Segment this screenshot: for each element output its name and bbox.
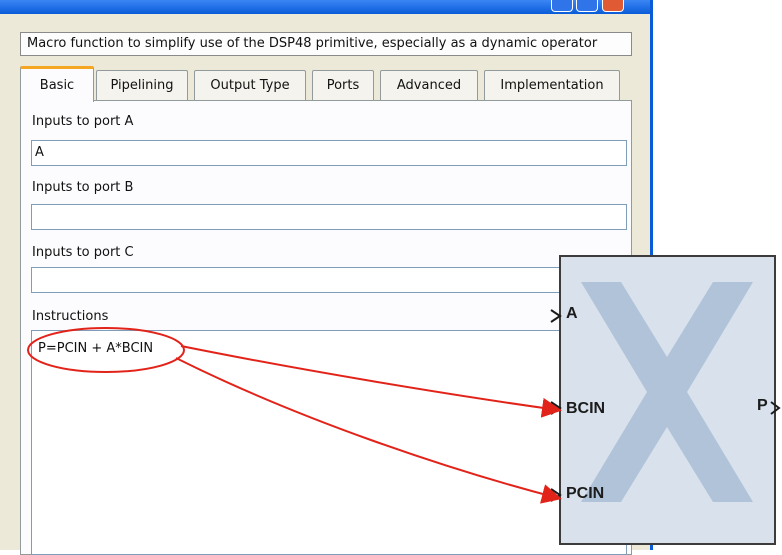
window-titlebar xyxy=(0,0,650,14)
maximize-button[interactable] xyxy=(576,0,598,12)
port-b-input[interactable] xyxy=(31,204,627,230)
port-a-pin: A xyxy=(566,305,578,322)
port-c-label: Inputs to port C xyxy=(32,245,134,260)
tab-output-type[interactable]: Output Type xyxy=(194,70,306,100)
port-p-pin: P xyxy=(757,397,768,414)
tab-implementation[interactable]: Implementation xyxy=(484,70,620,100)
port-pcin-pin: PCIN xyxy=(566,485,605,502)
close-button[interactable] xyxy=(602,0,624,12)
port-c-input[interactable] xyxy=(31,267,627,293)
instructions-label: Instructions xyxy=(32,309,109,324)
tab-pipelining[interactable]: Pipelining xyxy=(96,70,188,100)
tab-advanced[interactable]: Advanced xyxy=(380,70,478,100)
port-b-label: Inputs to port B xyxy=(32,180,134,195)
tab-basic[interactable]: Basic xyxy=(20,66,94,102)
instructions-text: P=PCIN + A*BCIN xyxy=(38,341,154,356)
tab-ports[interactable]: Ports xyxy=(312,70,374,100)
port-a-input[interactable]: A xyxy=(31,140,627,166)
block-description: Macro function to simplify use of the DS… xyxy=(20,32,632,56)
dsp48-macro-dialog: Macro function to simplify use of the DS… xyxy=(0,0,653,555)
instructions-textarea[interactable] xyxy=(31,330,627,555)
minimize-button[interactable] xyxy=(551,0,573,12)
port-a-label: Inputs to port A xyxy=(32,114,134,129)
port-bcin-pin: BCIN xyxy=(566,400,606,417)
